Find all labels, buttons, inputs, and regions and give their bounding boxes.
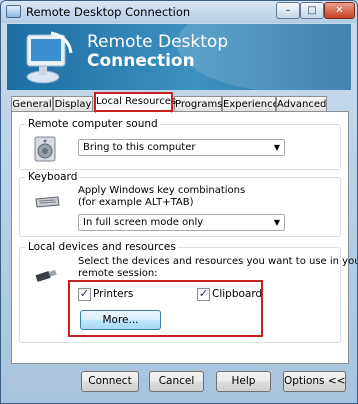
help-button[interactable]: Help	[216, 371, 271, 392]
app-icon	[6, 5, 21, 18]
sound-heading: Remote computer sound	[26, 118, 160, 130]
sound-group: Remote computer sound Bring to this comp…	[19, 118, 341, 170]
keyboard-description-line2: (for example ALT+TAB)	[78, 197, 194, 208]
banner-title-line1: Remote Desktop	[87, 32, 229, 52]
plug-icon	[35, 269, 57, 282]
minimize-button[interactable]: –	[276, 2, 300, 19]
connect-button[interactable]: Connect	[81, 371, 139, 392]
sound-select[interactable]: Bring to this computer ▼	[78, 139, 285, 156]
banner: Remote Desktop Connection	[7, 24, 351, 90]
keyboard-description-line1: Apply Windows key combinations	[78, 185, 246, 196]
tab-experience[interactable]: Experience	[222, 96, 279, 112]
keyboard-group: Keyboard Apply Windows key combinations …	[19, 171, 341, 237]
keyboard-select[interactable]: In full screen mode only ▼	[78, 214, 285, 231]
sound-select-value: Bring to this computer	[83, 142, 196, 153]
keyboard-icon	[35, 196, 60, 208]
chevron-down-icon: ▼	[273, 143, 280, 152]
monitor-icon	[26, 31, 73, 84]
banner-title-line2: Connection	[87, 51, 195, 71]
devices-description-line2: remote session:	[78, 268, 158, 279]
keyboard-select-value: In full screen mode only	[83, 217, 204, 228]
tab-strip: General Display Local Resources Programs…	[11, 93, 349, 113]
window-title: Remote Desktop Connection	[26, 5, 191, 19]
title-bar[interactable]: Remote Desktop Connection – □ ✕	[1, 1, 357, 23]
devices-description-line1: Select the devices and resources you wan…	[78, 256, 358, 267]
cancel-button[interactable]: Cancel	[149, 371, 204, 392]
keyboard-heading: Keyboard	[26, 171, 80, 183]
close-button[interactable]: ✕	[324, 2, 355, 19]
tab-general[interactable]: General	[11, 96, 53, 112]
speaker-icon	[34, 136, 56, 162]
devices-highlight	[68, 280, 263, 337]
maximize-button[interactable]: □	[300, 2, 324, 19]
options-button[interactable]: Options <<	[283, 371, 346, 392]
tab-display[interactable]: Display	[53, 96, 93, 112]
chevron-down-icon: ▼	[273, 218, 280, 227]
remote-desktop-window: Remote Desktop Connection – □ ✕ Remote D…	[0, 0, 358, 404]
tab-advanced[interactable]: Advanced	[276, 96, 327, 112]
devices-heading: Local devices and resources	[26, 241, 178, 253]
tab-programs[interactable]: Programs	[174, 96, 222, 112]
tab-highlight	[94, 92, 173, 112]
